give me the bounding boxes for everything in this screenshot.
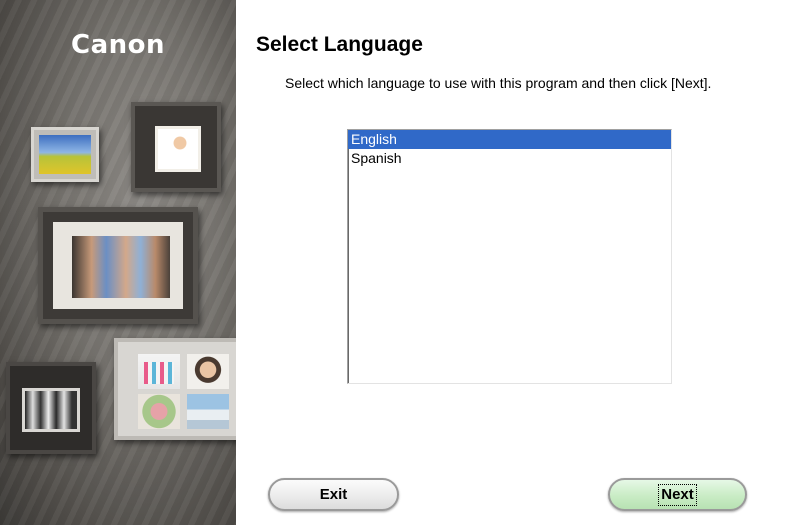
photo-frame-black-white-group <box>6 362 96 454</box>
photo-frame-family <box>38 207 198 324</box>
canon-logo: Canon <box>70 30 165 60</box>
photo-frame-sunflower-field <box>31 127 99 182</box>
next-button-label: Next <box>658 484 697 506</box>
instruction-text: Select which language to use with this p… <box>285 75 712 91</box>
photo-frame-collage <box>114 338 236 440</box>
photo-frame-baby <box>131 102 221 192</box>
exit-button[interactable]: Exit <box>268 478 399 511</box>
decorative-side-panel: Canon <box>0 0 236 525</box>
language-option-english[interactable]: English <box>348 130 671 149</box>
language-option-spanish[interactable]: Spanish <box>348 149 671 168</box>
page-title: Select Language <box>256 33 423 56</box>
language-listbox[interactable]: English Spanish <box>347 129 672 384</box>
exit-button-label: Exit <box>319 486 348 503</box>
next-button[interactable]: Next <box>608 478 747 511</box>
